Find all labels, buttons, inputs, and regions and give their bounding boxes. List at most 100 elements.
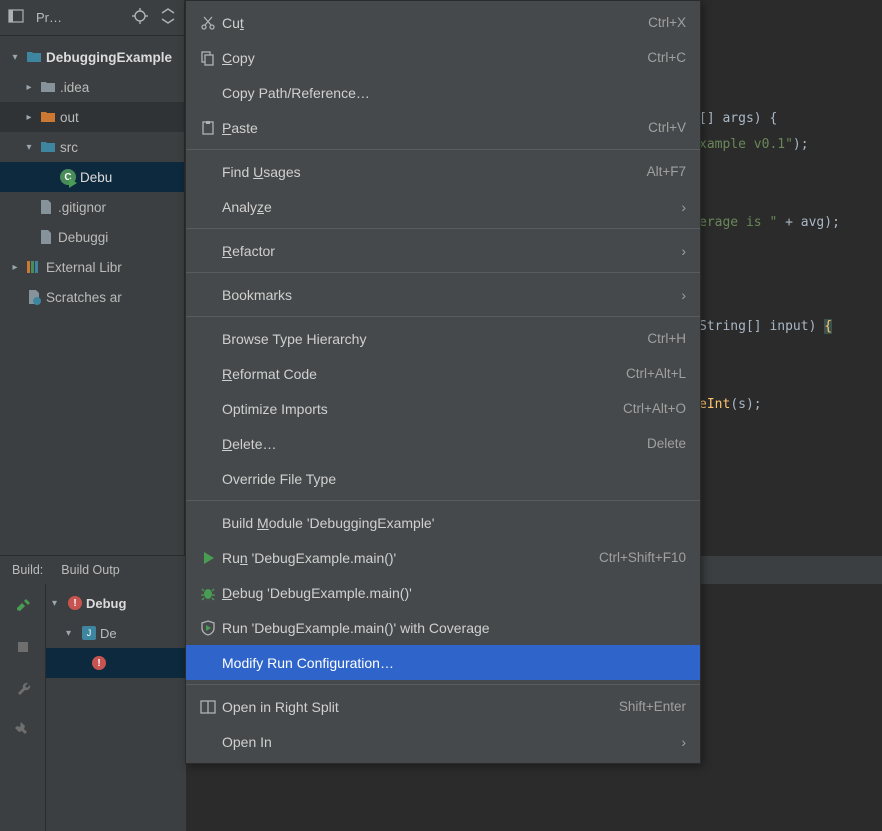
shortcut: Ctrl+X [648, 15, 686, 30]
menu-separator [186, 500, 700, 501]
submenu-arrow-icon: › [681, 734, 686, 750]
expand-all-icon[interactable] [160, 8, 176, 27]
menu-label: Bookmarks [222, 287, 681, 303]
menu-label: Copy Path/Reference… [222, 85, 686, 101]
menu-separator [186, 316, 700, 317]
error-icon: ! [92, 656, 106, 670]
code-text: (s); [730, 397, 761, 412]
menu-label: Paste [222, 120, 648, 136]
menu-optimize-imports[interactable]: Optimize Imports Ctrl+Alt+O [186, 391, 700, 426]
menu-open-split[interactable]: Open in Right Split Shift+Enter [186, 689, 700, 724]
folder-icon [26, 49, 42, 65]
tree-label: External Libr [46, 260, 122, 275]
menu-separator [186, 228, 700, 229]
menu-separator [186, 149, 700, 150]
menu-analyze[interactable]: Analyze › [186, 189, 700, 224]
menu-copy[interactable]: Copy Ctrl+C [186, 40, 700, 75]
project-tree[interactable]: ▾ DebuggingExample ▸ .idea ▸ out ▾ src C… [0, 36, 184, 318]
menu-label: Browse Type Hierarchy [222, 331, 647, 347]
menu-label: Find Usages [222, 164, 647, 180]
chevron-right-icon: ▸ [22, 82, 36, 93]
menu-paste[interactable]: Paste Ctrl+V [186, 110, 700, 145]
code-brace: { [824, 319, 832, 334]
folder-icon [40, 109, 56, 125]
menu-debug[interactable]: Debug 'DebugExample.main()' [186, 575, 700, 610]
submenu-arrow-icon: › [681, 243, 686, 259]
menu-label: Override File Type [222, 471, 686, 487]
tree-label: out [60, 110, 79, 125]
build-file[interactable]: ▾ J De [46, 618, 186, 648]
build-tab[interactable]: Build Outp [61, 563, 119, 577]
menu-copy-path[interactable]: Copy Path/Reference… [186, 75, 700, 110]
menu-delete[interactable]: Delete… Delete [186, 426, 700, 461]
menu-label: Open In [222, 734, 681, 750]
chevron-right-icon: ▸ [22, 112, 36, 123]
stop-icon[interactable] [15, 639, 31, 658]
tree-label: Debu [80, 170, 112, 185]
menu-label: Cut [222, 15, 648, 31]
shortcut: Ctrl+Alt+O [623, 401, 686, 416]
build-root[interactable]: ▾ ! Debug [46, 588, 186, 618]
menu-bookmarks[interactable]: Bookmarks › [186, 277, 700, 312]
folder-icon [40, 139, 56, 155]
project-tool-icon[interactable] [8, 8, 24, 27]
hammer-icon[interactable] [15, 598, 31, 617]
build-tree[interactable]: ▾ ! Debug ▾ J De ! [46, 584, 186, 831]
menu-browse-hierarchy[interactable]: Browse Type Hierarchy Ctrl+H [186, 321, 700, 356]
code-string: erage is " [699, 215, 777, 230]
menu-label: Copy [222, 50, 647, 66]
split-icon [200, 699, 222, 715]
menu-open-in[interactable]: Open In › [186, 724, 700, 759]
cut-icon [200, 15, 222, 31]
tree-src[interactable]: ▾ src [0, 132, 184, 162]
error-icon: ! [68, 596, 82, 610]
project-header: Pr… [0, 0, 184, 36]
editor[interactable]: [] args) { xample v0.1"); erage is " + a… [695, 0, 882, 555]
shortcut: Ctrl+Alt+L [626, 366, 686, 381]
menu-cut[interactable]: Cut Ctrl+X [186, 5, 700, 40]
paste-icon [200, 120, 222, 136]
wrench-icon[interactable] [15, 680, 31, 699]
build-error-row[interactable]: ! [46, 648, 186, 678]
build-root-label: Debug [86, 596, 126, 611]
menu-run[interactable]: Run 'DebugExample.main()' Ctrl+Shift+F10 [186, 540, 700, 575]
scratch-icon [26, 289, 42, 305]
project-title: Pr… [36, 10, 120, 25]
chevron-down-icon: ▾ [66, 628, 78, 639]
tree-external-libs[interactable]: ▸ External Libr [0, 252, 184, 282]
tree-scratches[interactable]: Scratches ar [0, 282, 184, 312]
menu-coverage[interactable]: Run 'DebugExample.main()' with Coverage [186, 610, 700, 645]
tree-label: src [60, 140, 78, 155]
tree-debug-file[interactable]: C Debu [0, 162, 184, 192]
menu-modify-run-config[interactable]: Modify Run Configuration… [186, 645, 700, 680]
tree-root[interactable]: ▾ DebuggingExample [0, 42, 184, 72]
tree-iml[interactable]: Debuggi [0, 222, 184, 252]
menu-refactor[interactable]: Refactor › [186, 233, 700, 268]
code-text: String[] input) [699, 319, 824, 334]
menu-label: Run 'DebugExample.main()' with Coverage [222, 620, 686, 636]
chevron-right-icon: ▸ [8, 262, 22, 273]
locate-icon[interactable] [132, 8, 148, 27]
menu-override-type[interactable]: Override File Type [186, 461, 700, 496]
menu-label: Refactor [222, 243, 681, 259]
menu-label: Optimize Imports [222, 401, 623, 417]
menu-label: Debug 'DebugExample.main()' [222, 585, 686, 601]
build-file-label: De [100, 626, 117, 641]
menu-label: Build Module 'DebuggingExample' [222, 515, 686, 531]
build-label: Build: [12, 563, 43, 577]
submenu-arrow-icon: › [681, 199, 686, 215]
project-panel: Pr… ▾ DebuggingExample ▸ .idea ▸ out ▾ s… [0, 0, 185, 555]
coverage-icon [200, 620, 222, 636]
tree-gitignore[interactable]: .gitignor [0, 192, 184, 222]
tree-idea[interactable]: ▸ .idea [0, 72, 184, 102]
tree-label: Debuggi [58, 230, 108, 245]
shortcut: Delete [647, 436, 686, 451]
menu-label: Delete… [222, 436, 647, 452]
menu-reformat[interactable]: Reformat Code Ctrl+Alt+L [186, 356, 700, 391]
menu-build-module[interactable]: Build Module 'DebuggingExample' [186, 505, 700, 540]
tree-out[interactable]: ▸ out [0, 102, 184, 132]
pin-icon[interactable] [15, 721, 31, 740]
menu-find-usages[interactable]: Find Usages Alt+F7 [186, 154, 700, 189]
tree-label: .gitignor [58, 200, 106, 215]
code-fn: eInt [699, 397, 730, 412]
